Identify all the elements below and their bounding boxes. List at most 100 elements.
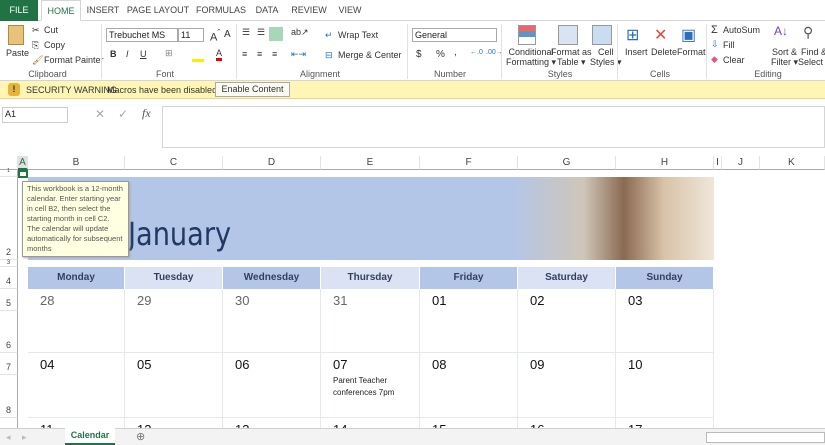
calendar-day-cell[interactable]: 17	[616, 418, 714, 428]
format-as-table-button[interactable]: Format as Table ▾	[551, 47, 592, 68]
font-color-icon[interactable]: A	[216, 48, 223, 61]
calendar-day-cell[interactable]: 10	[616, 353, 714, 418]
orientation-icon[interactable]: ab↗	[291, 27, 309, 38]
italic-button[interactable]: I	[126, 49, 129, 59]
paste-button[interactable]: Paste	[6, 48, 29, 58]
cut-button[interactable]: Cut	[44, 25, 58, 35]
sheet-tab-calendar[interactable]: Calendar	[65, 428, 115, 445]
number-format-select[interactable]: General	[412, 28, 497, 42]
row-header-4[interactable]: 4	[0, 267, 18, 289]
tab-formulas[interactable]: FORMULAS	[195, 0, 247, 21]
cancel-icon[interactable]: ✕	[95, 107, 105, 121]
scroll-sheets-left-icon[interactable]: ◂	[6, 432, 11, 443]
delete-button[interactable]: Delete	[651, 47, 677, 57]
calendar-day-cell[interactable]: 16	[518, 418, 616, 428]
find-select-button[interactable]: Find &Select ▾	[798, 47, 825, 68]
row-header-7[interactable]: 7	[0, 353, 18, 375]
column-header-g[interactable]: G	[518, 156, 616, 170]
align-right-icon[interactable]: ≡	[272, 49, 277, 59]
format-painter-button[interactable]: Format Painter	[44, 55, 104, 65]
calendar-day-cell[interactable]: 11	[28, 418, 125, 428]
column-header-d[interactable]: D	[223, 156, 321, 170]
tab-file[interactable]: FILE	[0, 0, 38, 21]
comma-button[interactable]: ,	[454, 47, 457, 58]
row-header-2[interactable]: 2	[0, 177, 18, 260]
currency-button[interactable]: $	[416, 49, 422, 60]
name-box[interactable]: A1	[2, 107, 68, 123]
calendar-day-cell[interactable]: 08	[420, 353, 518, 418]
calendar-day-cell[interactable]: 07 Parent Teacher conferences 7pm	[321, 353, 420, 418]
merge-center-button[interactable]: Merge & Center	[338, 50, 402, 60]
enable-content-button[interactable]: Enable Content	[215, 82, 290, 97]
calendar-day-cell[interactable]: 01	[420, 289, 518, 353]
insert-function-button[interactable]: fx	[142, 106, 151, 121]
formula-input[interactable]	[162, 106, 825, 148]
scroll-sheets-right-icon[interactable]: ▸	[22, 432, 27, 443]
calendar-day-cell[interactable]: 09	[518, 353, 616, 418]
wrap-text-button[interactable]: Wrap Text	[338, 30, 378, 40]
align-bottom-icon[interactable]	[269, 27, 283, 41]
underline-button[interactable]: U	[140, 49, 147, 59]
percent-button[interactable]: %	[436, 49, 445, 60]
calendar-day-cell[interactable]: 03	[616, 289, 714, 353]
format-button[interactable]: Format	[677, 47, 706, 57]
increase-decimal-icon[interactable]: ←.0	[470, 49, 483, 56]
insert-button[interactable]: Insert	[625, 47, 648, 57]
font-size-select[interactable]: 11	[178, 28, 204, 42]
calendar-day-cell[interactable]: 28	[28, 289, 125, 353]
tab-review[interactable]: REVIEW	[290, 0, 328, 21]
calendar-day-cell[interactable]: 13	[223, 418, 321, 428]
row-header-5[interactable]: 5	[0, 289, 18, 311]
enter-check-icon[interactable]: ✓	[118, 107, 128, 121]
selected-cell-a1[interactable]	[18, 170, 28, 178]
calendar-day-cell[interactable]: 14	[321, 418, 420, 428]
bold-button[interactable]: B	[110, 49, 117, 59]
column-header-c[interactable]: C	[125, 156, 223, 170]
calendar-day-cell[interactable]: 04	[28, 353, 125, 418]
horizontal-scrollbar[interactable]	[706, 432, 825, 443]
autosum-button[interactable]: AutoSum	[723, 25, 760, 35]
sort-filter-button[interactable]: Sort & Filter ▾	[771, 47, 798, 68]
column-header-k[interactable]: K	[760, 156, 825, 170]
tab-page-layout[interactable]: PAGE LAYOUT	[126, 0, 190, 21]
row-header-8[interactable]: 8	[0, 375, 18, 418]
decrease-font-icon[interactable]: A	[224, 29, 231, 40]
calendar-day-cell[interactable]: 15	[420, 418, 518, 428]
row-header-9[interactable]	[0, 418, 18, 428]
increase-font-icon[interactable]: Aˆ	[210, 28, 220, 44]
fill-color-icon[interactable]	[192, 59, 204, 62]
row-header-3[interactable]: 3	[0, 260, 18, 267]
calendar-day-cell[interactable]: 12	[125, 418, 223, 428]
borders-icon[interactable]: ⊞	[165, 48, 173, 59]
align-left-icon[interactable]: ≡	[242, 49, 247, 59]
clear-button[interactable]: Clear	[723, 55, 745, 65]
align-middle-icon[interactable]: ☰	[257, 27, 265, 38]
conditional-formatting-button[interactable]: Conditional Formatting ▾	[506, 47, 556, 68]
calendar-day-cell[interactable]: 06	[223, 353, 321, 418]
calendar-day-cell[interactable]: 29	[125, 289, 223, 353]
row-header-1[interactable]: 1	[0, 168, 18, 177]
fill-button[interactable]: Fill	[723, 40, 735, 50]
column-header-i[interactable]: I	[714, 156, 722, 170]
calendar-day-cell[interactable]: 30	[223, 289, 321, 353]
column-header-h[interactable]: H	[616, 156, 714, 170]
column-header-f[interactable]: F	[420, 156, 518, 170]
row-header-6[interactable]: 6	[0, 311, 18, 353]
column-header-j[interactable]: J	[722, 156, 760, 170]
calendar-day-cell[interactable]: 31	[321, 289, 420, 353]
column-header-b[interactable]: B	[28, 156, 125, 170]
font-name-select[interactable]: Trebuchet MS	[106, 28, 178, 42]
column-header-e[interactable]: E	[321, 156, 420, 170]
tab-insert[interactable]: INSERT	[84, 0, 122, 21]
tab-view[interactable]: VIEW	[335, 0, 365, 21]
align-center-icon[interactable]: ≡	[257, 49, 262, 59]
new-sheet-icon[interactable]: ⊕	[136, 430, 145, 443]
tab-home[interactable]: HOME	[41, 0, 81, 21]
indent-icon[interactable]: ⇤⇥	[291, 49, 306, 60]
column-header-a[interactable]: A	[18, 156, 28, 170]
tab-data[interactable]: DATA	[252, 0, 282, 21]
calendar-day-cell[interactable]: 02	[518, 289, 616, 353]
calendar-day-cell[interactable]: 05	[125, 353, 223, 418]
copy-button[interactable]: Copy	[44, 40, 65, 50]
align-top-icon[interactable]: ☰	[242, 27, 250, 38]
